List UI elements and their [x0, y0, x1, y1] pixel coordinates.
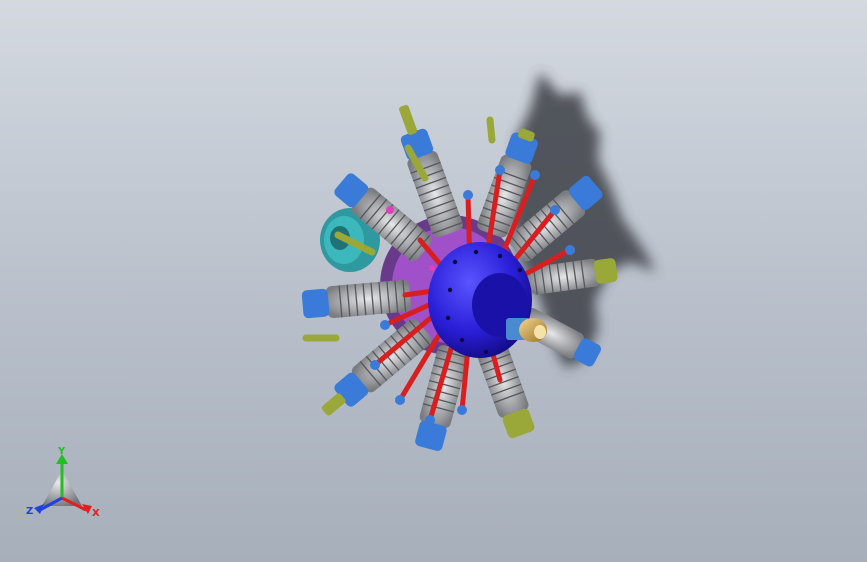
nose-case: [428, 242, 532, 358]
prop-nut: [506, 318, 547, 342]
z-axis-label: Z: [26, 506, 33, 517]
coordinate-triad: Y X Z: [26, 446, 100, 519]
radial-engine-model[interactable]: [0, 0, 867, 562]
x-axis-label: X: [92, 508, 100, 519]
graphics-viewport[interactable]: Y X Z: [0, 0, 867, 562]
y-axis-label: Y: [57, 446, 66, 457]
